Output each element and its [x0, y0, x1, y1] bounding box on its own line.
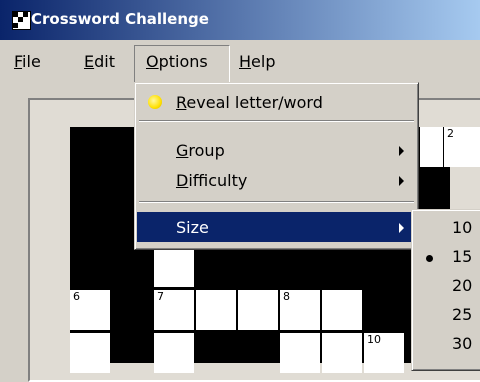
size-option-15[interactable]: 15 — [414, 244, 480, 272]
clue-number: 2 — [447, 127, 454, 140]
clue-number: 8 — [283, 290, 290, 303]
size-option-25[interactable]: 25 — [414, 302, 480, 330]
grid-cell[interactable] — [238, 290, 278, 330]
grid-cell[interactable] — [322, 290, 362, 330]
grid-cell[interactable] — [196, 290, 236, 330]
menu-separator — [139, 120, 414, 122]
menu-item-label: Difficulty — [176, 171, 248, 190]
clue-number: 7 — [157, 290, 164, 303]
menu-item-group[interactable]: Group — [137, 135, 416, 165]
menu-bar: File Edit Options Help — [0, 40, 480, 88]
menu-item-reveal[interactable]: Reveal letter/word — [137, 87, 416, 117]
menu-item-size[interactable]: Size — [137, 212, 416, 242]
menu-separator — [139, 201, 414, 203]
grid-cell[interactable]: 10 — [364, 333, 404, 373]
menu-edit[interactable]: Edit — [84, 52, 115, 71]
window-title: Crossword Challenge — [31, 10, 209, 28]
grid-cell[interactable] — [322, 333, 362, 373]
menu-options-pressed — [134, 45, 230, 83]
grid-cell[interactable] — [280, 333, 320, 373]
menu-file[interactable]: File — [14, 52, 41, 71]
clue-number: 6 — [73, 290, 80, 303]
grid-cell[interactable]: 6 — [70, 290, 110, 330]
submenu-arrow-icon — [399, 176, 404, 186]
menu-item-label: Size — [176, 218, 209, 237]
grid-cell[interactable]: 2 — [443, 127, 480, 167]
grid-cell[interactable] — [70, 333, 110, 373]
grid-cell[interactable]: 8 — [280, 290, 320, 330]
menu-item-difficulty[interactable]: Difficulty — [137, 165, 416, 195]
crossword-grid-icon — [12, 11, 31, 30]
clue-number: 10 — [367, 333, 381, 346]
lightbulb-icon — [148, 95, 162, 109]
radio-selected-icon — [426, 255, 433, 262]
submenu-arrow-icon — [399, 223, 404, 233]
options-dropdown: Reveal letter/word Group Difficulty Size — [134, 82, 419, 250]
menu-help[interactable]: Help — [239, 52, 275, 71]
size-submenu: 10 15 20 25 30 — [411, 209, 480, 371]
title-bar: Crossword Challenge — [0, 0, 480, 40]
menu-item-label: Reveal letter/word — [176, 93, 323, 112]
size-option-30[interactable]: 30 — [414, 331, 480, 359]
size-option-20[interactable]: 20 — [414, 273, 480, 301]
grid-cell[interactable] — [154, 333, 194, 373]
grid-cell[interactable]: 7 — [154, 290, 194, 330]
grid-cell[interactable] — [154, 247, 194, 287]
submenu-arrow-icon — [399, 146, 404, 156]
menu-item-label: Group — [176, 141, 225, 160]
size-option-10[interactable]: 10 — [414, 215, 480, 243]
